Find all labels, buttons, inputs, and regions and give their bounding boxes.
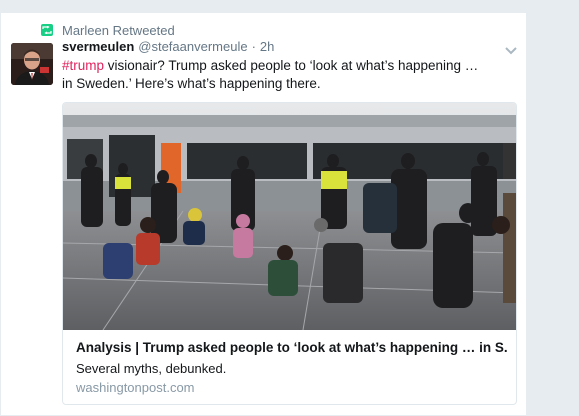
- author-name[interactable]: svermeulen: [62, 39, 134, 54]
- separator: ·: [251, 39, 256, 54]
- retweeted-by-label[interactable]: Marleen Retweeted: [62, 23, 175, 38]
- avatar[interactable]: [11, 43, 53, 85]
- tweet-header: svermeulen @stefaanvermeule · 2h: [62, 39, 274, 59]
- tweet-body: visionair? Trump asked people to ‘look a…: [62, 58, 479, 91]
- tweet-card[interactable]: Marleen Retweeted svermeulen @stefaanver…: [0, 12, 527, 416]
- article-photo[interactable]: [63, 103, 516, 330]
- article-domain: washingtonpost.com: [76, 380, 195, 395]
- tweet-text: #trump visionair? Trump asked people to …: [62, 57, 492, 93]
- tweet-timestamp[interactable]: 2h: [260, 39, 274, 54]
- article-description: Several myths, debunked.: [76, 361, 227, 376]
- article-title[interactable]: Analysis | Trump asked people to ‘look a…: [76, 340, 508, 355]
- hashtag-link[interactable]: #trump: [62, 58, 104, 73]
- author-handle[interactable]: @stefaanvermeule: [138, 39, 247, 54]
- link-preview-card[interactable]: Analysis | Trump asked people to ‘look a…: [62, 102, 517, 405]
- retweet-icon: [41, 24, 53, 36]
- chevron-down-icon[interactable]: [504, 43, 518, 55]
- retweet-context: Marleen Retweeted: [41, 21, 175, 39]
